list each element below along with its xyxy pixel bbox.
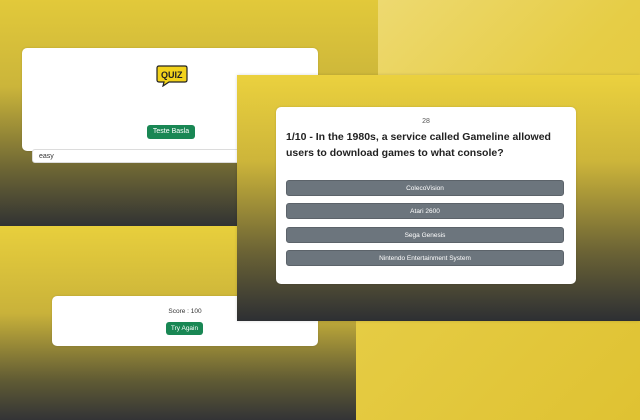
try-again-button[interactable]: Try Again	[166, 322, 203, 335]
question-card: 28 1/10 - In the 1980s, a service called…	[276, 107, 576, 284]
svg-text:QUIZ: QUIZ	[161, 70, 183, 80]
answer-option-2[interactable]: Atari 2600	[286, 203, 564, 219]
countdown-timer: 28	[422, 118, 430, 125]
quiz-logo-icon: QUIZ	[156, 65, 188, 87]
start-test-button[interactable]: Teste Basla	[147, 125, 195, 139]
answer-option-4[interactable]: Nintendo Entertainment System	[286, 250, 564, 266]
answer-option-3[interactable]: Sega Genesis	[286, 227, 564, 243]
question-screen-panel: 28 1/10 - In the 1980s, a service called…	[237, 75, 640, 321]
answer-option-1[interactable]: ColecoVision	[286, 180, 564, 196]
question-text: 1/10 - In the 1980s, a service called Ga…	[286, 131, 551, 159]
